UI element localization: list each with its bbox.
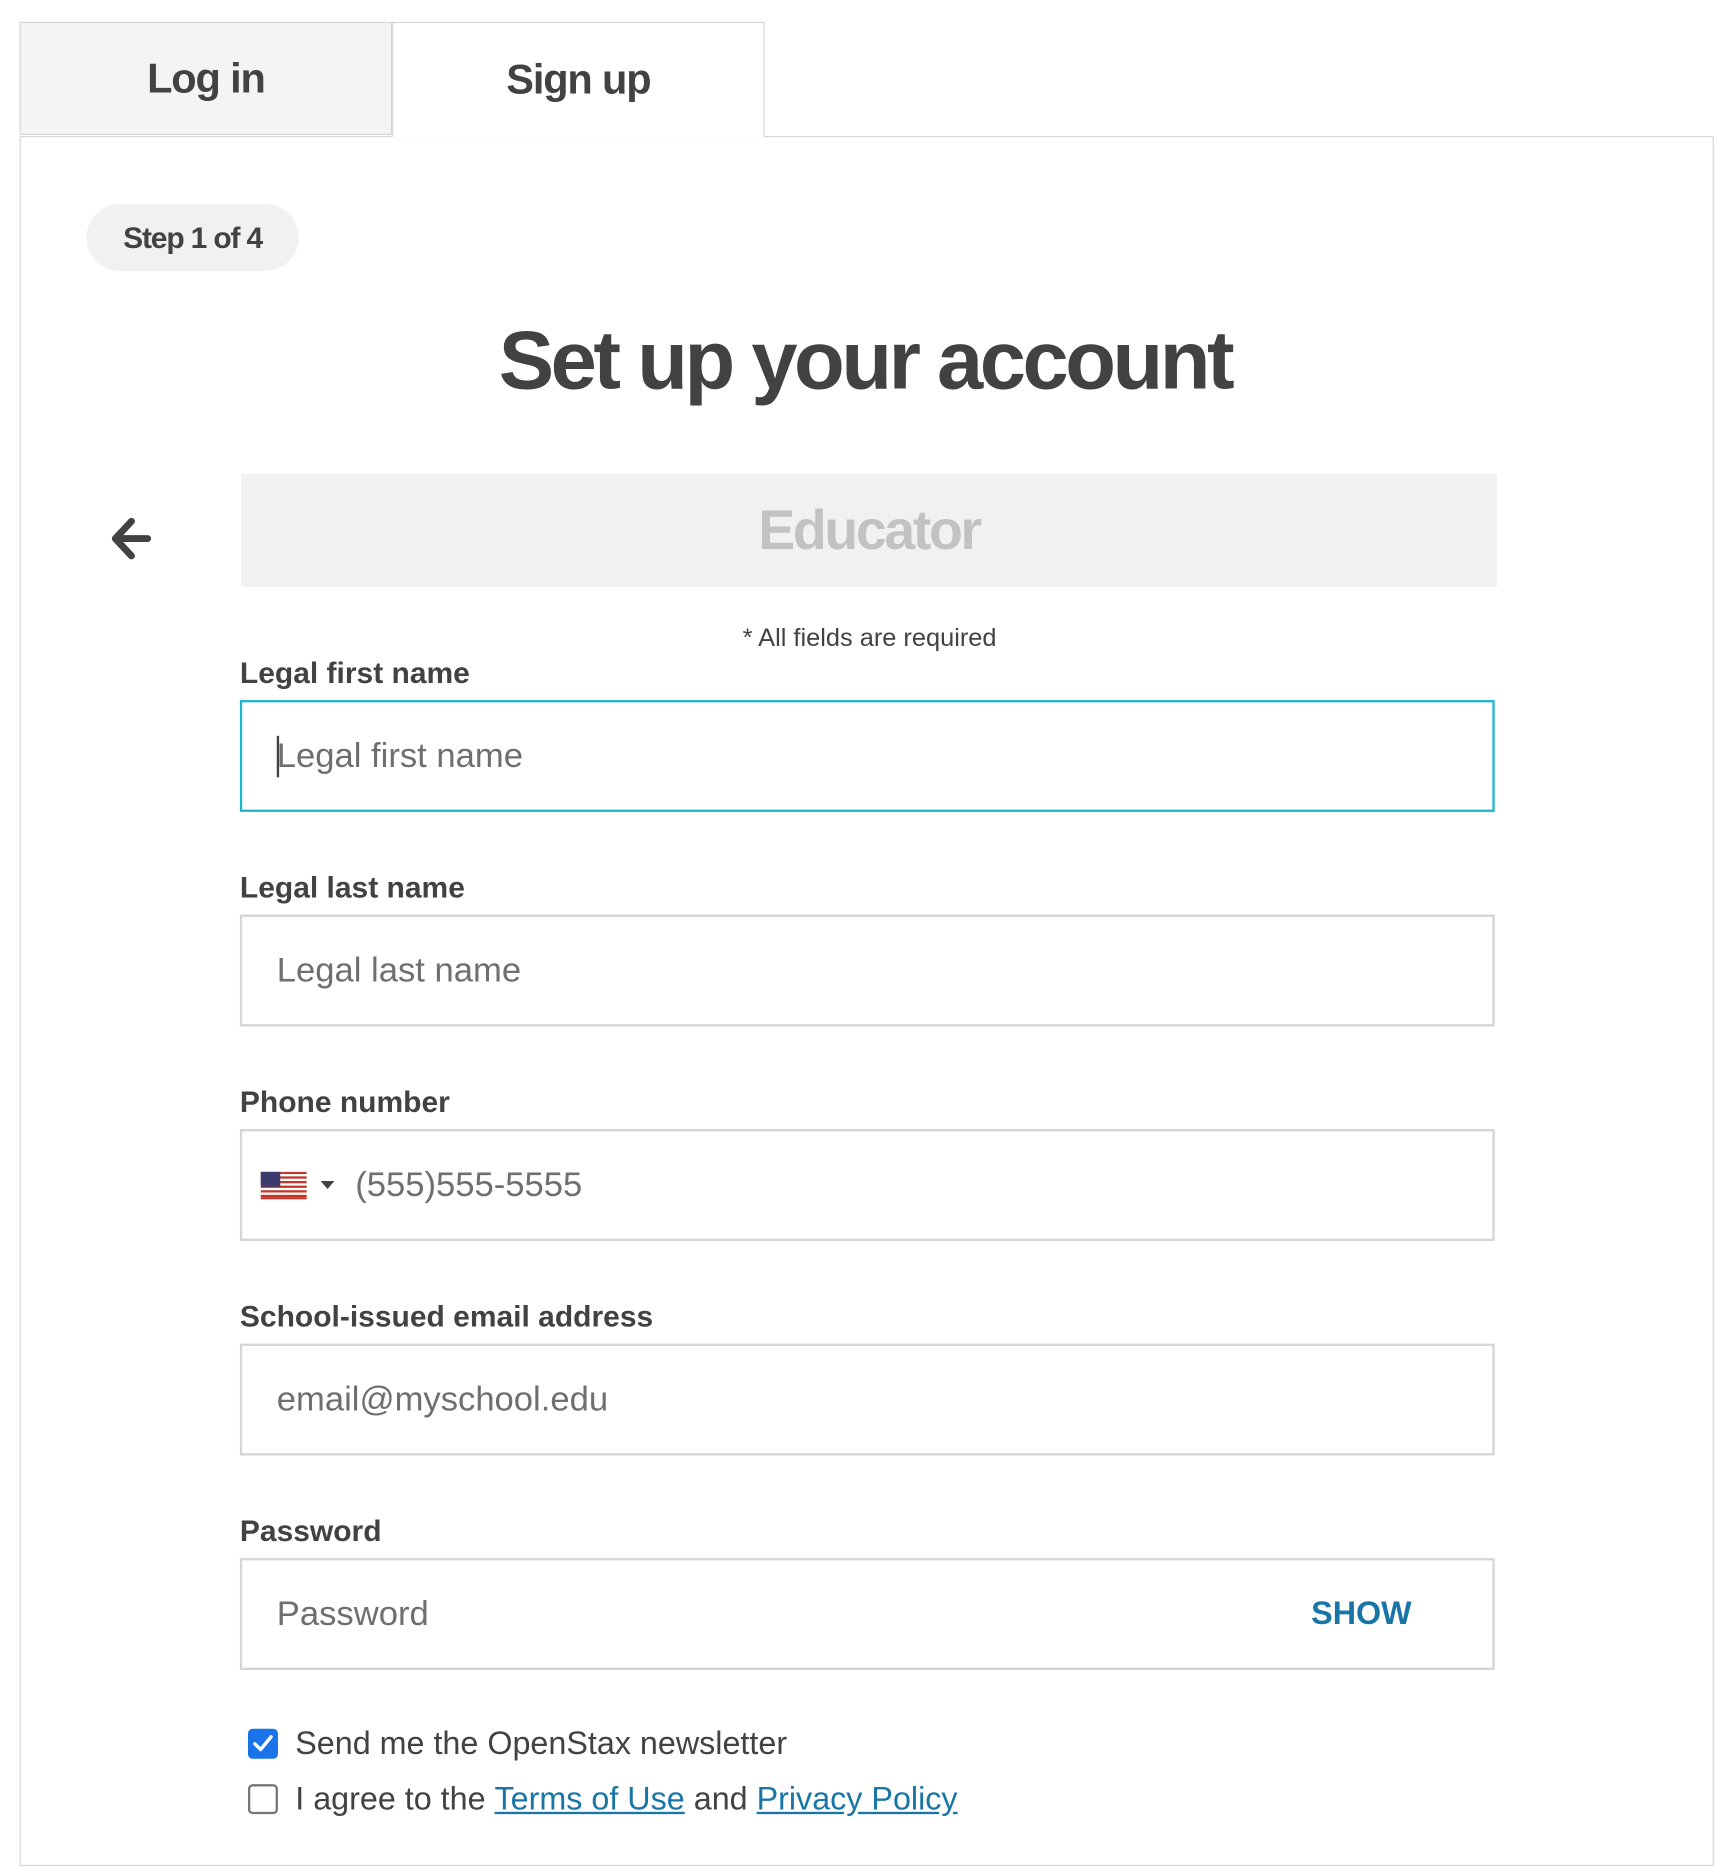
email-field[interactable] xyxy=(239,1343,1495,1456)
show-password-button[interactable]: SHOW xyxy=(1311,1595,1411,1632)
auth-tabs: Log in Sign up xyxy=(19,21,765,138)
back-arrow-icon[interactable] xyxy=(106,514,154,562)
chevron-down-icon xyxy=(320,1180,335,1190)
phone-field[interactable] xyxy=(239,1129,1495,1241)
selected-role: Educator xyxy=(241,474,1497,588)
first-name-field[interactable] xyxy=(239,700,1495,812)
email-label: School-issued email address xyxy=(239,1298,654,1334)
password-label: Password xyxy=(239,1513,382,1548)
required-note: * All fields are required xyxy=(742,622,997,652)
agreement-prefix: I agree to the xyxy=(295,1780,486,1817)
first-name-input[interactable] xyxy=(242,701,1493,811)
newsletter-label: Send me the OpenStax newsletter xyxy=(295,1725,788,1762)
agreement-checkbox[interactable] xyxy=(247,1784,278,1815)
first-name-label: Legal first name xyxy=(239,655,470,690)
agreement-row: I agree to the Terms of Use and Privacy … xyxy=(247,1780,958,1818)
phone-label: Phone number xyxy=(239,1084,450,1119)
agreement-conjunction: and xyxy=(693,1780,748,1817)
phone-input[interactable] xyxy=(334,1130,1493,1240)
last-name-input[interactable] xyxy=(242,915,1493,1026)
checkmark-icon xyxy=(253,1735,273,1752)
step-indicator: Step 1 of 4 xyxy=(86,204,299,272)
password-input[interactable] xyxy=(242,1559,1493,1669)
last-name-field[interactable] xyxy=(239,914,1495,1027)
password-field[interactable]: SHOW xyxy=(239,1558,1495,1670)
text-caret xyxy=(276,735,280,778)
last-name-label: Legal last name xyxy=(239,869,465,905)
tab-log-in[interactable]: Log in xyxy=(19,21,393,135)
privacy-policy-link[interactable]: Privacy Policy xyxy=(757,1781,958,1818)
tab-sign-up[interactable]: Sign up xyxy=(392,21,765,138)
country-selector[interactable] xyxy=(242,1171,335,1199)
email-input[interactable] xyxy=(242,1344,1493,1455)
newsletter-checkbox[interactable] xyxy=(247,1728,278,1759)
newsletter-row: Send me the OpenStax newsletter xyxy=(247,1725,788,1762)
page-title: Set up your account xyxy=(498,314,1235,408)
signup-page: Log in Sign up Step 1 of 4 Set up your a… xyxy=(0,0,1730,1866)
us-flag-icon xyxy=(260,1171,307,1199)
terms-of-use-link[interactable]: Terms of Use xyxy=(495,1781,685,1818)
